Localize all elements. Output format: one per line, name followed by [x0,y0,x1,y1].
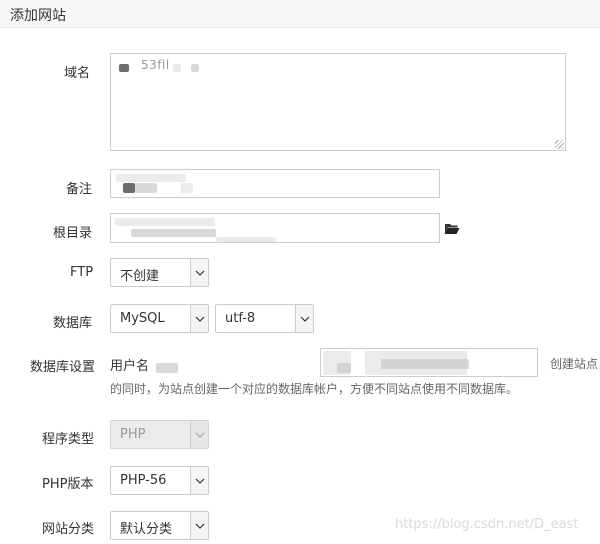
db-password-blur [381,359,469,369]
chevron-down-icon [295,305,313,332]
db-username-blur [156,363,178,373]
chevron-down-icon [190,512,208,539]
domain-blur [191,64,199,72]
note-input[interactable] [110,169,440,198]
note-blur [116,174,186,182]
site-category-label: 网站分类 [42,522,95,537]
db-hint-description: 的同时，为站点创建一个对应的数据库帐户，方便不同站点使用不同数据库。 [110,382,519,396]
program-type-label: 程序类型 [42,432,95,447]
database-select[interactable]: MySQL [110,304,209,333]
chevron-down-icon [190,467,208,494]
charset-select[interactable]: utf-8 [215,304,314,333]
db-password-input[interactable] [320,348,538,377]
note-blur [181,183,193,193]
php-version-label: PHP版本 [42,477,94,492]
root-dir-input[interactable] [110,213,440,243]
watermark-text: https://blog.csdn.net/D_east [395,517,579,532]
php-version-select-value: PHP-56 [120,473,167,488]
folder-open-icon[interactable] [444,222,460,235]
db-username-input[interactable] [150,348,320,377]
dialog-header: 添加网站 [0,0,600,28]
db-hint-inline: 创建站点 [550,357,599,371]
ftp-select-value: 不创建 [120,269,160,284]
site-category-select[interactable]: 默认分类 [110,511,209,540]
root-dir-blur [115,218,215,226]
dialog-title: 添加网站 [10,8,66,24]
note-blur [123,183,135,193]
db-settings-label: 数据库设置 [30,360,96,375]
database-label: 数据库 [53,316,93,331]
domain-textarea[interactable]: 53fll [110,53,566,151]
root-dir-label: 根目录 [53,226,93,241]
php-version-select[interactable]: PHP-56 [110,466,209,495]
db-password-blur [337,363,351,373]
program-type-select-value: PHP [120,427,146,442]
domain-text-start [119,64,129,72]
add-site-dialog: 添加网站 域名 53fll 备注 根目录 FTP 不创建 数据库 MySQL u… [0,0,600,544]
charset-select-value: utf-8 [225,311,256,326]
chevron-down-icon [190,421,208,448]
chevron-down-icon [190,305,208,332]
domain-blur [173,64,181,72]
chevron-down-icon [190,259,208,286]
site-category-select-value: 默认分类 [120,522,173,537]
note-label: 备注 [66,182,93,197]
ftp-select[interactable]: 不创建 [110,258,209,287]
resize-grip-icon[interactable] [555,140,564,149]
root-dir-blur [216,237,276,242]
note-blur [135,183,157,193]
database-select-value: MySQL [120,311,165,326]
domain-text: 53fll [141,58,170,72]
ftp-label: FTP [70,265,94,280]
domain-label: 域名 [64,66,91,81]
program-type-select: PHP [110,420,209,449]
db-username-label: 用户名 [110,359,150,374]
root-dir-blur [131,229,216,237]
